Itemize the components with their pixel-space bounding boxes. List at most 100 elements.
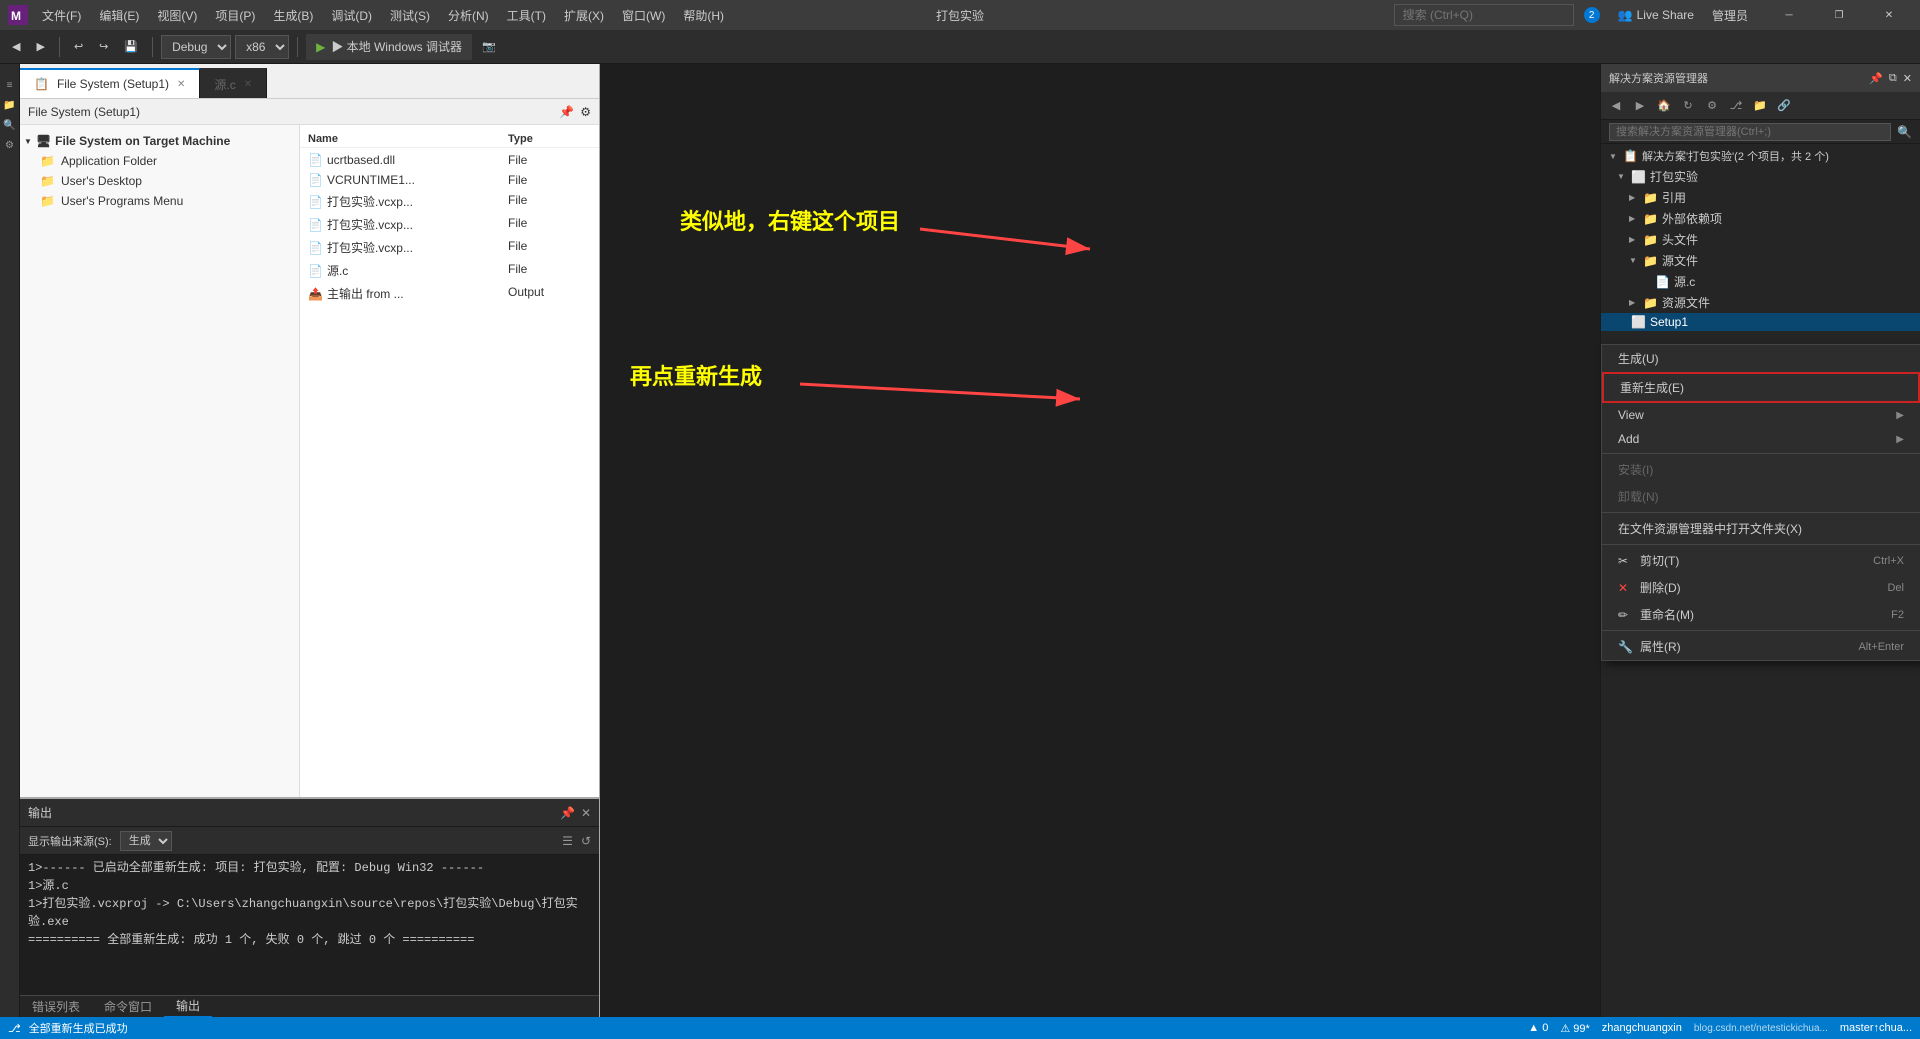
- menu-view[interactable]: 视图(V): [149, 3, 205, 28]
- output-toolbar-btn-1[interactable]: ☰: [562, 834, 573, 848]
- status-warnings[interactable]: ⚠ 99*: [1560, 1022, 1589, 1035]
- menu-analyze[interactable]: 分析(N): [440, 3, 497, 28]
- sol-source-c[interactable]: 📄 源.c: [1601, 271, 1920, 292]
- close-button[interactable]: ✕: [1866, 0, 1912, 30]
- ctx-rename[interactable]: ✏ 重命名(M) F2: [1602, 601, 1920, 628]
- menu-project[interactable]: 项目(P): [207, 3, 263, 28]
- sol-resources[interactable]: ▶ 📁 资源文件: [1601, 292, 1920, 313]
- fs-tree-app-folder[interactable]: 📁 Application Folder: [20, 151, 299, 171]
- output-header: 输出 📌 ✕: [20, 799, 599, 827]
- bottom-tab-errors[interactable]: 错误列表: [20, 996, 92, 1018]
- menu-file[interactable]: 文件(F): [34, 3, 89, 28]
- ctx-rebuild[interactable]: 重新生成(E): [1602, 372, 1920, 403]
- fs-tree-programs[interactable]: 📁 User's Programs Menu: [20, 191, 299, 211]
- sol-tb-branch[interactable]: ⎇: [1725, 95, 1747, 117]
- sidebar-icon-4[interactable]: ⚙: [1, 136, 19, 154]
- menu-tools[interactable]: 工具(T): [499, 3, 554, 28]
- fs-header-gear-icon[interactable]: ⚙: [580, 105, 591, 119]
- status-git-icon[interactable]: ⎇: [8, 1022, 21, 1035]
- ctx-rename-icon: ✏: [1618, 608, 1634, 622]
- sidebar-icon-2[interactable]: 📁: [1, 96, 19, 114]
- sol-tb-folders[interactable]: 📁: [1749, 95, 1771, 117]
- sol-header-close-icon[interactable]: ✕: [1903, 72, 1912, 85]
- bottom-tab-cmd[interactable]: 命令窗口: [92, 996, 164, 1018]
- sol-header-float-icon[interactable]: ⧉: [1889, 72, 1897, 85]
- sidebar-icon-1[interactable]: ≡: [1, 76, 19, 94]
- sol-tb-sync[interactable]: ↻: [1677, 95, 1699, 117]
- output-close-icon[interactable]: ✕: [581, 806, 591, 820]
- bottom-tab-output[interactable]: 输出: [164, 996, 212, 1018]
- tab-source-close[interactable]: ✕: [244, 79, 252, 90]
- fs-header-pin-icon[interactable]: 📌: [559, 105, 574, 119]
- file-row-3[interactable]: 📄 打包实验.vcxp... File: [300, 213, 599, 236]
- sol-tb-forward[interactable]: ▶: [1629, 95, 1651, 117]
- menu-build[interactable]: 生成(B): [265, 3, 321, 28]
- ctx-view[interactable]: View ▶: [1602, 403, 1920, 427]
- sol-references[interactable]: ▶ 📁 引用: [1601, 187, 1920, 208]
- tab-source-label: 源.c: [214, 76, 235, 93]
- fs-tree-root[interactable]: ▼ 🖥 File System on Target Machine: [20, 131, 299, 151]
- tab-filesystem[interactable]: 📋 File System (Setup1) ✕: [20, 68, 200, 98]
- menu-test[interactable]: 测试(S): [382, 3, 438, 28]
- save-button[interactable]: 💾: [118, 34, 144, 60]
- file-row-4[interactable]: 📄 打包实验.vcxp... File: [300, 236, 599, 259]
- sidebar-icon-3[interactable]: 🔍: [1, 116, 19, 134]
- status-remote[interactable]: master↑chua...: [1840, 1022, 1912, 1034]
- search-input[interactable]: [1394, 4, 1574, 26]
- sol-header-pin-icon[interactable]: 📌: [1869, 72, 1883, 85]
- sol-tb-git[interactable]: 🔗: [1773, 95, 1795, 117]
- sol-tb-filter[interactable]: ⚙: [1701, 95, 1723, 117]
- menu-help[interactable]: 帮助(H): [675, 3, 732, 28]
- file-row-5[interactable]: 📄 源.c File: [300, 259, 599, 282]
- config-dropdown[interactable]: Debug: [161, 35, 231, 59]
- computer-icon: 🖥: [36, 134, 51, 148]
- sol-tb-home[interactable]: 🏠: [1653, 95, 1675, 117]
- file-row-6[interactable]: 📤 主输出 from ... Output: [300, 282, 599, 305]
- file-row-0[interactable]: 📄 ucrtbased.dll File: [300, 150, 599, 170]
- menu-extensions[interactable]: 扩展(X): [556, 3, 612, 28]
- sol-project-packaging[interactable]: ▼ ⬜ 打包实验: [1601, 166, 1920, 187]
- ctx-add[interactable]: Add ▶: [1602, 427, 1920, 451]
- sol-res-icon: 📁: [1643, 296, 1658, 310]
- notification-badge[interactable]: 2: [1584, 7, 1600, 23]
- sol-setup1[interactable]: ⬜ Setup1: [1601, 313, 1920, 331]
- ctx-cut[interactable]: ✂ 剪切(T) Ctrl+X: [1602, 547, 1920, 574]
- fs-tree-desktop[interactable]: 📁 User's Desktop: [20, 171, 299, 191]
- file-row-2[interactable]: 📄 打包实验.vcxp... File: [300, 190, 599, 213]
- live-share-button[interactable]: 👥 Live Share: [1610, 5, 1702, 25]
- undo-button[interactable]: ↩: [68, 34, 89, 60]
- solution-search-icon[interactable]: 🔍: [1897, 125, 1912, 139]
- ctx-open-folder[interactable]: 在文件资源管理器中打开文件夹(X): [1602, 515, 1920, 542]
- output-pin-icon[interactable]: 📌: [560, 806, 575, 820]
- back-button[interactable]: ◀: [6, 34, 26, 60]
- tab-source[interactable]: 源.c ✕: [200, 68, 267, 98]
- minimize-button[interactable]: ─: [1766, 0, 1812, 30]
- menu-debug[interactable]: 调试(D): [323, 3, 380, 28]
- menu-edit[interactable]: 编辑(E): [91, 3, 147, 28]
- status-git-branch[interactable]: zhangchuangxin: [1602, 1022, 1682, 1034]
- camera-button[interactable]: 📷: [476, 34, 502, 60]
- solution-search-input[interactable]: [1609, 123, 1891, 141]
- sol-tb-back[interactable]: ◀: [1605, 95, 1627, 117]
- file-row-1[interactable]: 📄 VCRUNTIME1... File: [300, 170, 599, 190]
- menu-window[interactable]: 窗口(W): [614, 3, 673, 28]
- manage-label[interactable]: 管理员: [1712, 7, 1748, 24]
- status-ready[interactable]: 全部重新生成已成功: [29, 1020, 128, 1036]
- sol-headers[interactable]: ▶ 📁 头文件: [1601, 229, 1920, 250]
- ctx-build[interactable]: 生成(U): [1602, 345, 1920, 372]
- output-toolbar-btn-2[interactable]: ↺: [581, 834, 591, 848]
- redo-button[interactable]: ↪: [93, 34, 114, 60]
- status-errors[interactable]: ▲ 0: [1528, 1022, 1548, 1034]
- run-button[interactable]: ▶ ▶ 本地 Windows 调试器: [306, 34, 472, 60]
- sol-solution-root[interactable]: ▼ 📋 解决方案'打包实验'(2 个项目，共 2 个): [1601, 146, 1920, 166]
- platform-dropdown[interactable]: x86: [235, 35, 289, 59]
- output-source-select[interactable]: 生成: [120, 831, 172, 851]
- sol-ext-deps[interactable]: ▶ 📁 外部依赖项: [1601, 208, 1920, 229]
- forward-button[interactable]: ▶: [30, 34, 50, 60]
- tab-filesystem-close[interactable]: ✕: [177, 79, 185, 90]
- ctx-properties[interactable]: 🔧 属性(R) Alt+Enter: [1602, 633, 1920, 660]
- ctx-delete[interactable]: ✕ 删除(D) Del: [1602, 574, 1920, 601]
- maximize-button[interactable]: ❐: [1816, 0, 1862, 30]
- sol-source-files[interactable]: ▼ 📁 源文件: [1601, 250, 1920, 271]
- ctx-install-label: 安装(I): [1618, 461, 1653, 478]
